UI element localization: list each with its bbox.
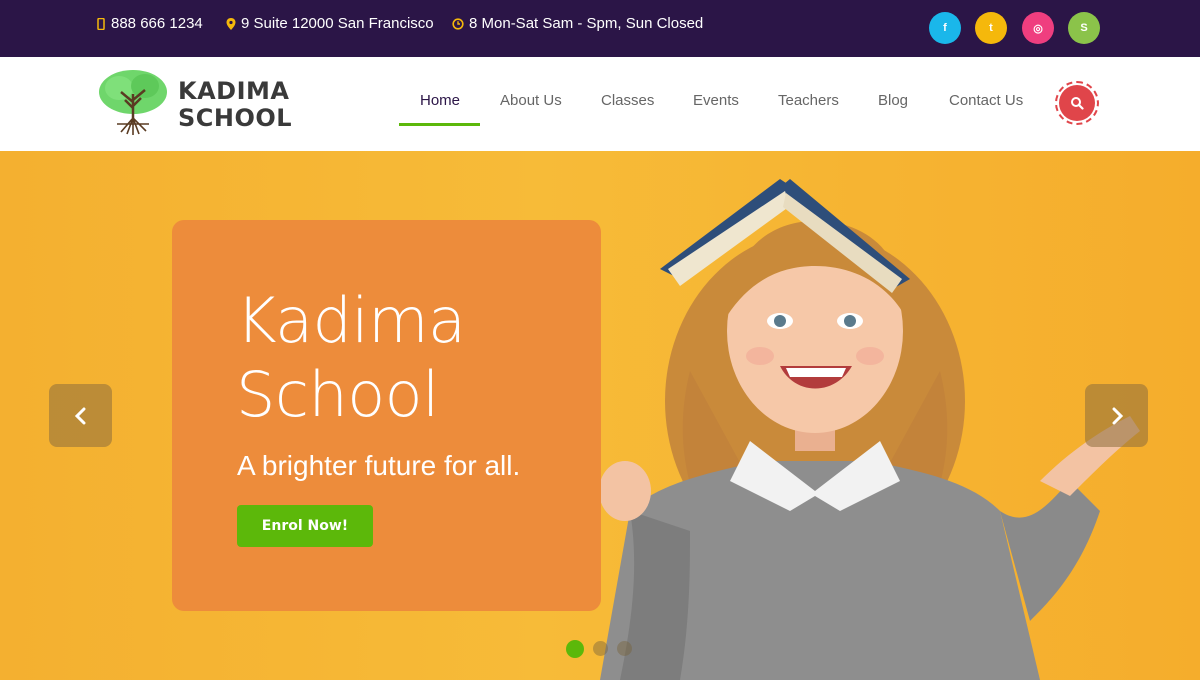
nav-home[interactable]: Home xyxy=(420,92,460,109)
slide-dot-1[interactable] xyxy=(566,640,584,658)
search-button[interactable] xyxy=(1055,81,1099,125)
slide-dot-2[interactable] xyxy=(593,641,608,656)
hero-title-line-2: School xyxy=(236,358,439,431)
logo-line-1: KADIMA xyxy=(178,77,290,105)
girl-with-book-image xyxy=(600,179,1140,680)
nav-contact-us[interactable]: Contact Us xyxy=(949,92,1023,109)
chevron-left-icon xyxy=(74,407,85,424)
next-slide-button[interactable] xyxy=(1085,384,1148,447)
facebook-icon: f xyxy=(943,22,947,34)
clock-icon xyxy=(452,17,464,30)
logo-line-2: SCHOOL xyxy=(178,104,293,132)
twitter-button[interactable]: t xyxy=(975,12,1007,44)
logo-wordmark[interactable]: KADIMA SCHOOL xyxy=(178,78,292,132)
skype-button[interactable]: S xyxy=(1068,12,1100,44)
nav-events[interactable]: Events xyxy=(693,92,739,109)
nav-teachers[interactable]: Teachers xyxy=(778,92,839,109)
search-icon xyxy=(1071,97,1084,110)
active-nav-underline xyxy=(399,123,480,126)
skype-icon: S xyxy=(1080,22,1088,34)
facebook-button[interactable]: f xyxy=(929,12,961,44)
address-info: 9 Suite 12000 San Francisco xyxy=(226,15,434,32)
hero-title: Kadima School xyxy=(236,284,466,432)
instagram-icon: ◎ xyxy=(1033,22,1043,35)
hero-subtitle: A brighter future for all. xyxy=(237,450,521,481)
twitter-icon: t xyxy=(989,22,993,34)
hours-info: 8 Mon-Sat Sam - Spm, Sun Closed xyxy=(452,15,703,32)
hero-title-line-1: Kadima xyxy=(236,284,466,357)
prev-slide-button[interactable] xyxy=(49,384,112,447)
phone-info: 888 666 1234 xyxy=(96,15,203,32)
nav-blog[interactable]: Blog xyxy=(878,92,908,109)
chevron-right-icon xyxy=(1112,407,1123,424)
tree-logo-icon[interactable] xyxy=(97,68,169,136)
instagram-button[interactable]: ◎ xyxy=(1022,12,1054,44)
phone-icon xyxy=(97,17,105,30)
map-pin-icon xyxy=(226,17,236,30)
address-text: 9 Suite 12000 San Francisco xyxy=(241,15,434,32)
phone-number: 888 666 1234 xyxy=(111,15,203,32)
nav-about-us[interactable]: About Us xyxy=(500,92,562,109)
enrol-now-button[interactable]: Enrol Now! xyxy=(237,505,373,547)
hours-text: 8 Mon-Sat Sam - Spm, Sun Closed xyxy=(469,15,704,32)
nav-classes[interactable]: Classes xyxy=(601,92,654,109)
slide-dot-3[interactable] xyxy=(617,641,632,656)
